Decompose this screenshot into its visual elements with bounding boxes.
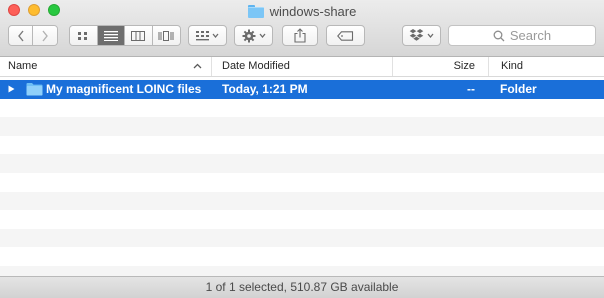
empty-row — [0, 247, 604, 266]
folder-icon — [247, 4, 264, 18]
column-header-bar: Name Date Modified Size Kind — [0, 57, 604, 77]
date-modified-column-header[interactable]: Date Modified — [211, 57, 392, 76]
search-field[interactable]: Search — [448, 25, 596, 46]
dropbox-icon — [409, 29, 424, 41]
column-view-icon — [131, 30, 146, 41]
sort-ascending-icon — [193, 63, 202, 69]
search-icon — [493, 30, 505, 41]
name-column-label: Name — [8, 60, 38, 72]
share-icon — [294, 28, 306, 43]
file-name: My magnificent LOINC files — [46, 82, 202, 96]
chevron-down-icon — [427, 33, 434, 38]
action-button[interactable] — [234, 25, 273, 46]
chevron-down-icon — [212, 33, 219, 38]
empty-row — [0, 173, 604, 192]
status-text: 1 of 1 selected, 510.87 GB available — [205, 280, 399, 294]
empty-row — [0, 228, 604, 248]
icon-view-icon — [78, 31, 88, 40]
empty-row — [0, 117, 604, 136]
size-column-label: Size — [453, 60, 475, 72]
cover-flow-icon — [158, 30, 174, 41]
empty-row — [0, 191, 604, 211]
finder-window: windows-share Search Name Date Modified … — [0, 0, 604, 298]
name-column-header[interactable]: Name — [0, 57, 211, 76]
file-kind: Folder — [500, 82, 537, 96]
file-size: -- — [467, 82, 475, 96]
cover-flow-button[interactable] — [152, 26, 180, 45]
chevron-right-icon — [42, 30, 48, 41]
icon-view-button[interactable] — [70, 26, 98, 45]
gear-icon — [242, 29, 255, 42]
list-view-icon — [103, 30, 118, 41]
file-row[interactable]: My magnificent LOINC files Today, 1:21 P… — [0, 80, 604, 99]
kind-column-header[interactable]: Kind — [488, 57, 604, 76]
size-column-header[interactable]: Size — [392, 57, 488, 76]
navigation-buttons — [8, 25, 58, 46]
arrange-button[interactable] — [188, 25, 227, 46]
chevron-down-icon — [259, 33, 265, 38]
date-modified-column-label: Date Modified — [222, 60, 290, 72]
toolbar: windows-share Search — [0, 0, 604, 57]
empty-row — [0, 99, 604, 118]
share-button[interactable] — [282, 25, 318, 46]
empty-row — [0, 136, 604, 155]
empty-row — [0, 154, 604, 173]
window-title-text: windows-share — [269, 3, 357, 19]
view-mode-selector — [69, 25, 181, 46]
folder-icon — [26, 83, 43, 96]
file-date-modified: Today, 1:21 PM — [222, 82, 308, 96]
empty-row — [0, 210, 604, 229]
list-view-button[interactable] — [97, 26, 125, 45]
tag-icon — [337, 30, 354, 41]
arrange-grid-icon — [196, 30, 209, 40]
column-view-button[interactable] — [125, 26, 153, 45]
file-list: My magnificent LOINC files Today, 1:21 P… — [0, 80, 604, 285]
dropbox-button[interactable] — [402, 25, 441, 46]
search-placeholder: Search — [509, 28, 552, 43]
edit-tags-button[interactable] — [326, 25, 365, 46]
forward-button[interactable] — [33, 26, 57, 45]
kind-column-label: Kind — [501, 60, 524, 72]
chevron-left-icon — [17, 30, 24, 41]
disclosure-triangle-icon[interactable] — [8, 85, 15, 93]
back-button[interactable] — [9, 26, 34, 45]
status-bar: 1 of 1 selected, 510.87 GB available — [0, 276, 604, 298]
window-title: windows-share — [0, 2, 604, 20]
